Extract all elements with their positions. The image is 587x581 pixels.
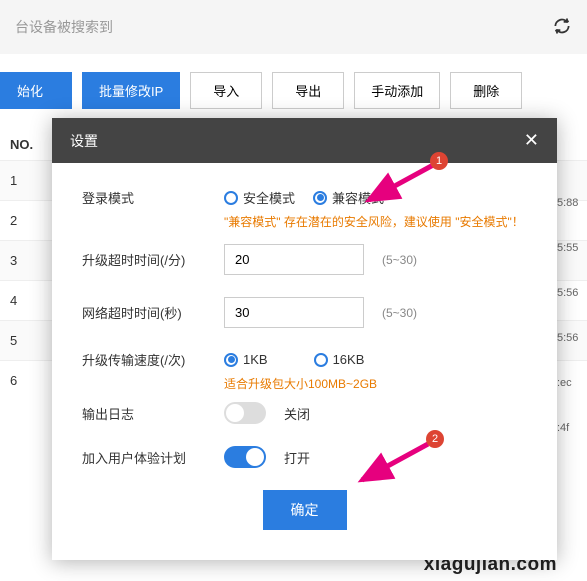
upgrade-timeout-label: 升级超时时间(/分) <box>82 250 212 269</box>
top-bar: 台设备被搜索到 <box>0 0 587 54</box>
network-timeout-input[interactable] <box>224 297 364 328</box>
radio-label: 1KB <box>243 352 268 367</box>
ux-plan-label: 加入用户体验计划 <box>82 448 212 467</box>
modal-title-text: 设置 <box>70 131 98 151</box>
manual-add-button[interactable]: 手动添加 <box>354 72 440 109</box>
radio-label: 16KB <box>333 352 365 367</box>
radio-icon <box>224 353 238 367</box>
batch-modify-ip-button[interactable]: 批量修改IP <box>82 72 180 109</box>
login-mode-label: 登录模式 <box>82 188 212 207</box>
time-cell: 5:56 <box>557 270 587 315</box>
radio-label: 安全模式 <box>243 188 295 207</box>
radio-1kb[interactable]: 1KB <box>224 352 268 367</box>
radio-icon <box>224 191 238 205</box>
export-button[interactable]: 导出 <box>272 72 344 109</box>
annotation-arrow-icon <box>356 440 434 488</box>
radio-16kb[interactable]: 16KB <box>314 352 365 367</box>
annotation-badge-1: 1 <box>430 152 448 170</box>
compat-warning-text: "兼容模式" 存在潜在的安全风险，建议使用 "安全模式"！ <box>224 213 527 230</box>
init-button[interactable]: 始化 <box>0 72 72 109</box>
network-timeout-label: 网络超时时间(秒) <box>82 303 212 322</box>
close-icon[interactable]: ✕ <box>524 130 539 151</box>
annotation-badge-2: 2 <box>426 430 444 448</box>
timeout-hint: (5~30) <box>382 253 417 267</box>
search-result-text: 台设备被搜索到 <box>15 17 542 37</box>
output-log-toggle[interactable] <box>224 402 266 424</box>
time-cell: 5:55 <box>557 225 587 270</box>
import-button[interactable]: 导入 <box>190 72 262 109</box>
time-cell: 5:88 <box>557 180 587 225</box>
radio-icon <box>314 353 328 367</box>
upgrade-timeout-input[interactable] <box>224 244 364 275</box>
toggle-state-label: 关闭 <box>284 404 310 423</box>
confirm-button[interactable]: 确定 <box>263 490 347 530</box>
settings-modal: 设置 ✕ 登录模式 安全模式 兼容模式 "兼容模式" 存在潜在的安全风险，建议使… <box>52 118 557 560</box>
time-cell: 5:56 <box>557 315 587 360</box>
timeout-hint: (5~30) <box>382 306 417 320</box>
output-log-label: 输出日志 <box>82 404 212 423</box>
refresh-icon[interactable] <box>552 16 572 39</box>
modal-titlebar: 设置 ✕ <box>52 118 557 163</box>
toolbar: 始化 批量修改IP 导入 导出 手动添加 删除 <box>0 54 587 109</box>
right-time-column: 5:88 5:55 5:56 5:56 :ec :4f <box>557 180 587 450</box>
toggle-state-label: 打开 <box>284 448 310 467</box>
speed-info-text: 适合升级包大小100MB~2GB <box>224 375 527 392</box>
ux-plan-toggle[interactable] <box>224 446 266 468</box>
delete-button[interactable]: 删除 <box>450 72 522 109</box>
radio-icon <box>313 191 327 205</box>
upgrade-speed-label: 升级传输速度(/次) <box>82 350 212 369</box>
annotation-arrow-icon <box>363 160 441 208</box>
time-cell: :4f <box>557 405 587 450</box>
time-cell: :ec <box>557 360 587 405</box>
radio-safe-mode[interactable]: 安全模式 <box>224 188 295 207</box>
